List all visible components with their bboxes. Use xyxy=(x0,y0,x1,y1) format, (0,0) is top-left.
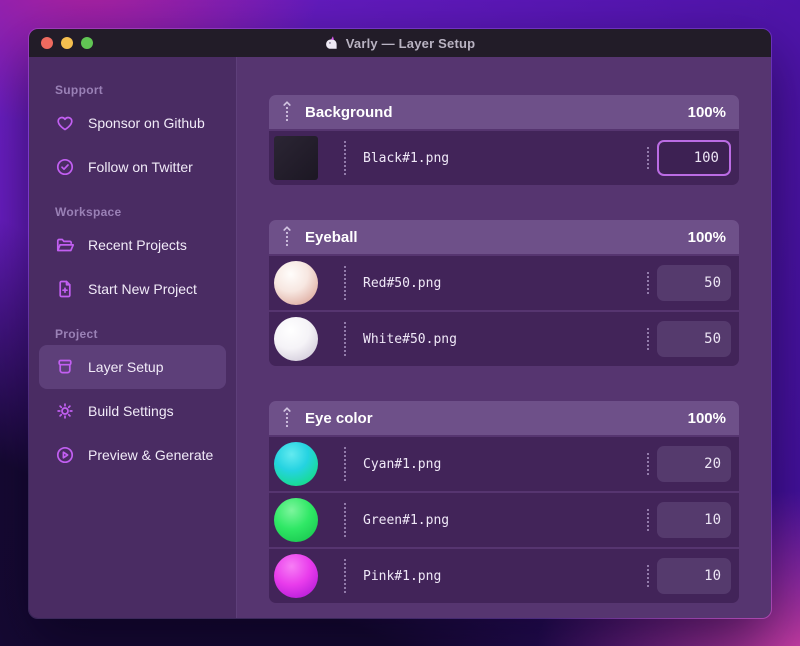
dotted-divider xyxy=(344,447,346,481)
group-title: Eye color xyxy=(305,409,373,427)
group-percent: 100% xyxy=(687,228,726,246)
layer-weight-input[interactable] xyxy=(657,502,731,538)
group-percent: 100% xyxy=(687,409,726,427)
minimize-button[interactable] xyxy=(61,37,73,49)
app-body: Support Sponsor on Github Follow on Twit… xyxy=(29,57,771,618)
app-window: Varly — Layer Setup Support Sponsor on G… xyxy=(28,28,772,619)
layer-filename: White#50.png xyxy=(363,331,457,347)
layer-row[interactable]: Pink#1.png xyxy=(269,549,739,603)
layer-filename: Red#50.png xyxy=(363,275,442,291)
section-label: Project xyxy=(55,327,98,341)
heart-icon xyxy=(55,113,75,133)
layer-thumbnail xyxy=(274,442,318,486)
sidebar-section-support: Support Sponsor on Github Follow on Twit… xyxy=(39,83,226,189)
sidebar-item-preview-generate[interactable]: Preview & Generate xyxy=(39,433,226,477)
sidebar-item-layer-setup[interactable]: Layer Setup xyxy=(39,345,226,389)
layer-weight-input[interactable] xyxy=(657,558,731,594)
sidebar-item-label: Build Settings xyxy=(88,403,174,419)
dotted-divider xyxy=(344,266,346,300)
verified-check-icon xyxy=(55,157,75,177)
group-header: Eye color 100% xyxy=(269,401,739,435)
dotted-divider xyxy=(344,141,346,175)
section-label: Workspace xyxy=(55,205,122,219)
sidebar-item-label: Sponsor on Github xyxy=(88,115,205,131)
drag-handle-icon[interactable] xyxy=(282,225,292,249)
layer-thumbnail xyxy=(274,498,318,542)
close-button[interactable] xyxy=(41,37,53,49)
play-circle-icon xyxy=(55,445,75,465)
traffic-lights xyxy=(29,37,93,49)
file-plus-icon xyxy=(55,279,75,299)
layer-setup-panel: Background 100% Black#1.png 100 Eyeball … xyxy=(237,57,771,618)
sidebar-item-label: Start New Project xyxy=(88,281,197,297)
layer-weight-input[interactable] xyxy=(657,140,731,176)
sidebar-item-build-settings[interactable]: Build Settings xyxy=(39,389,226,433)
open-folder-icon xyxy=(55,235,75,255)
window-title: Varly — Layer Setup xyxy=(345,35,476,51)
dotted-divider xyxy=(647,509,649,531)
layer-row[interactable]: White#50.png xyxy=(269,312,739,366)
layer-filename: Pink#1.png xyxy=(363,568,442,584)
layer-thumbnail xyxy=(274,261,318,305)
layer-group-background: Background 100% Black#1.png xyxy=(269,95,739,185)
dotted-divider xyxy=(647,328,649,350)
dotted-divider xyxy=(647,453,649,475)
sidebar-item-sponsor-on-github[interactable]: Sponsor on Github xyxy=(39,101,226,145)
archive-box-icon xyxy=(55,357,75,377)
zoom-button[interactable] xyxy=(81,37,93,49)
sidebar-item-label: Follow on Twitter xyxy=(88,159,193,175)
sidebar-section-project: Project Layer Setup Build Settings Previ… xyxy=(39,327,226,477)
sidebar-item-label: Layer Setup xyxy=(88,359,164,375)
sidebar-item-recent-projects[interactable]: Recent Projects xyxy=(39,223,226,267)
layer-group-eye-color: Eye color 100% Cyan#1.png Green#1.png xyxy=(269,401,739,603)
group-title: Eyeball xyxy=(305,228,358,246)
layer-weight-input[interactable] xyxy=(657,446,731,482)
layer-thumbnail xyxy=(274,554,318,598)
sidebar-item-label: Preview & Generate xyxy=(88,447,214,463)
sidebar-item-start-new-project[interactable]: Start New Project xyxy=(39,267,226,311)
group-title: Background xyxy=(305,103,393,121)
window-title-area: Varly — Layer Setup xyxy=(29,29,771,57)
group-header: Eyeball 100% xyxy=(269,220,739,254)
layer-row[interactable]: Green#1.png xyxy=(269,493,739,547)
layer-row[interactable]: Cyan#1.png xyxy=(269,437,739,491)
layer-filename: Green#1.png xyxy=(363,512,450,528)
dotted-divider xyxy=(647,565,649,587)
layer-thumbnail xyxy=(274,136,318,180)
layer-filename: Black#1.png xyxy=(363,150,450,166)
unicorn-icon xyxy=(325,35,340,51)
dotted-divider xyxy=(647,272,649,294)
dotted-divider xyxy=(344,503,346,537)
sidebar: Support Sponsor on Github Follow on Twit… xyxy=(29,57,237,618)
dotted-divider xyxy=(647,147,649,169)
section-label: Support xyxy=(55,83,104,97)
titlebar: Varly — Layer Setup xyxy=(29,29,771,57)
layer-thumbnail xyxy=(274,317,318,361)
drag-handle-icon[interactable] xyxy=(282,406,292,430)
drag-handle-icon[interactable] xyxy=(282,100,292,124)
group-percent: 100% xyxy=(687,103,726,121)
layer-filename: Cyan#1.png xyxy=(363,456,442,472)
layer-weight-input[interactable] xyxy=(657,265,731,301)
group-header: Background 100% xyxy=(269,95,739,129)
sidebar-section-workspace: Workspace Recent Projects Start New Proj… xyxy=(39,205,226,311)
layer-weight-input[interactable] xyxy=(657,321,731,357)
layer-row[interactable]: Black#1.png xyxy=(269,131,739,185)
gear-icon xyxy=(55,401,75,421)
sidebar-item-label: Recent Projects xyxy=(88,237,187,253)
desktop: { "window": { "title": "Varly — Layer Se… xyxy=(0,0,800,646)
layer-row[interactable]: Red#50.png xyxy=(269,256,739,310)
dotted-divider xyxy=(344,559,346,593)
layer-group-eyeball: Eyeball 100% Red#50.png White#50.png xyxy=(269,220,739,366)
dotted-divider xyxy=(344,322,346,356)
sidebar-item-follow-on-twitter[interactable]: Follow on Twitter xyxy=(39,145,226,189)
